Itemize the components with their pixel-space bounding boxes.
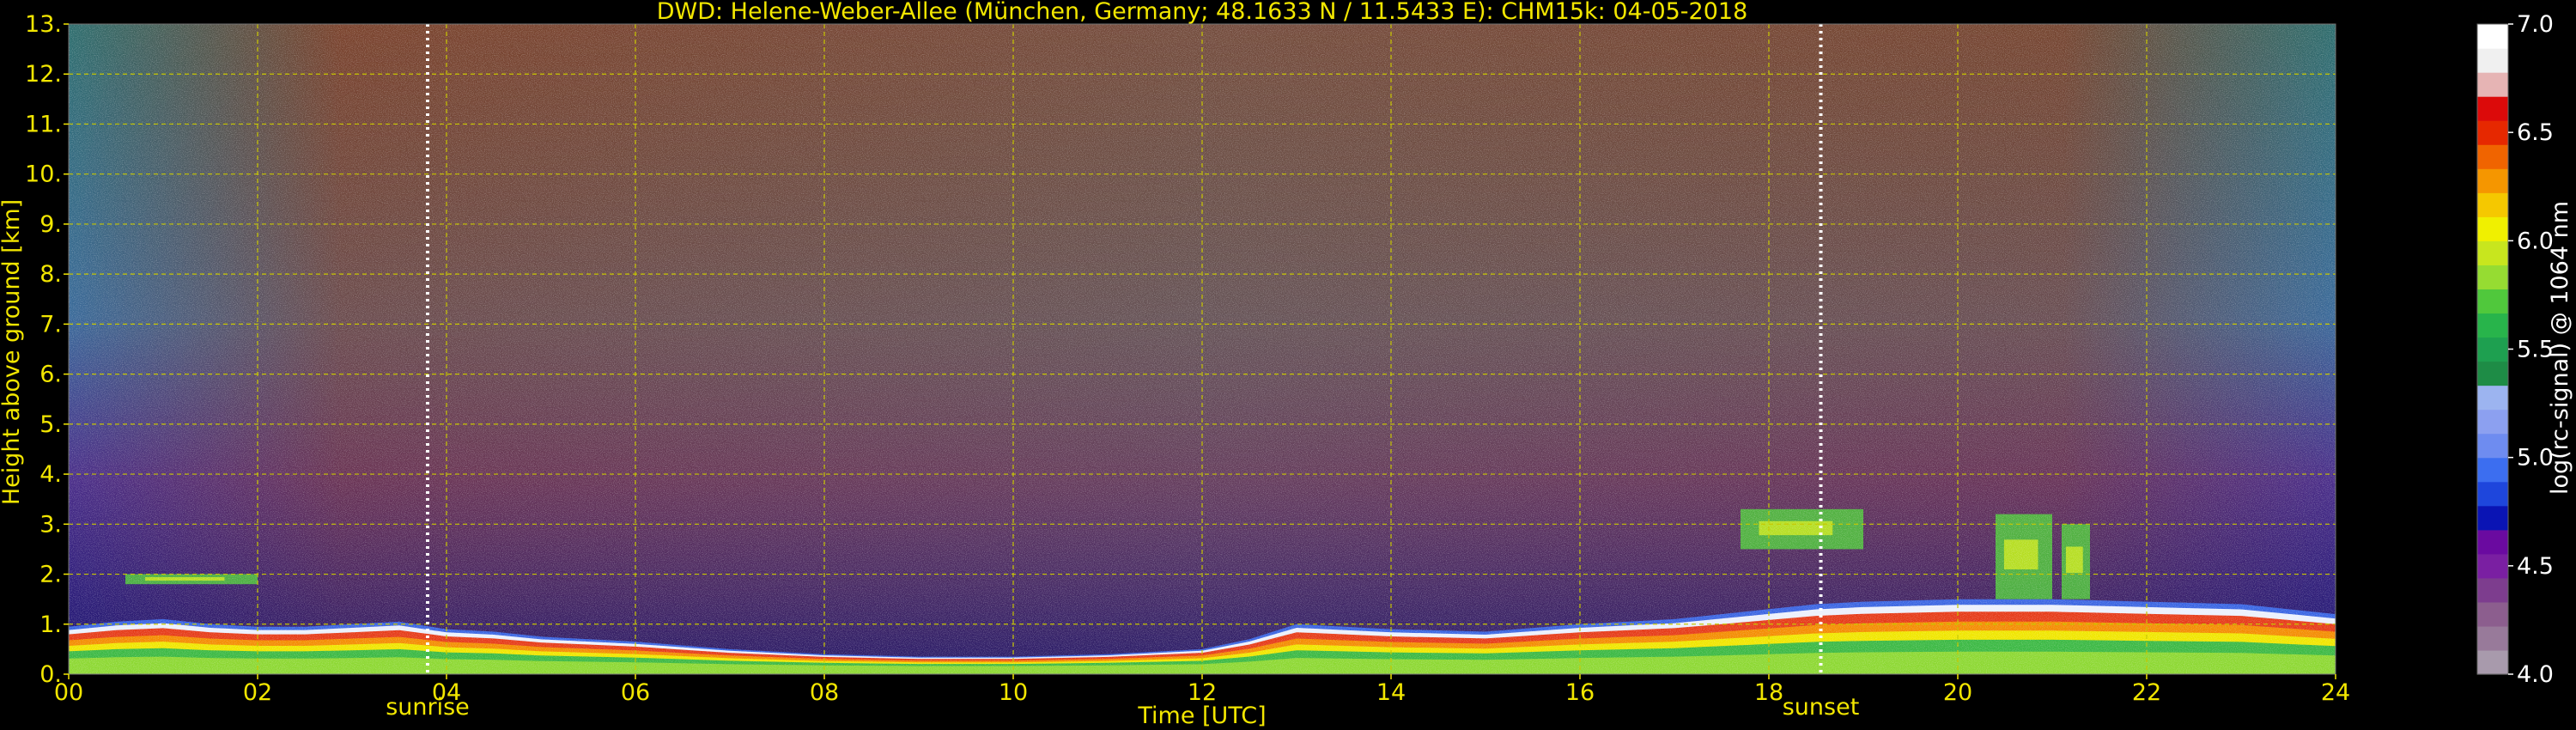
- x-axis-label: Time [UTC]: [1137, 703, 1266, 729]
- x-tick-label: 02: [243, 679, 272, 706]
- y-tick-label: 13.: [25, 11, 62, 38]
- colorbar-swatch: [2477, 385, 2508, 411]
- x-tick-label: 16: [1565, 679, 1595, 706]
- colorbar-swatch: [2477, 409, 2508, 435]
- ceilometer-figure: 00 02 04 06 08 10 12 14 16 18 20 22 24 0.1.2.3.4.5.6…: [0, 0, 2573, 729]
- y-tick-label: 11.: [25, 111, 62, 137]
- x-tick-label: 18: [1754, 679, 1783, 706]
- y-tick-label: 0.: [39, 661, 62, 688]
- y-tick-label: 4.: [39, 461, 62, 488]
- colorbar-swatch: [2477, 96, 2508, 121]
- colorbar-swatch: [2477, 457, 2508, 483]
- colorbar-swatch: [2477, 337, 2508, 362]
- plot-area: [69, 24, 2336, 674]
- colorbar-tick-label: 7.0: [2517, 11, 2554, 38]
- colorbar-swatch: [2477, 216, 2508, 241]
- y-tick-label: 12.: [25, 61, 62, 88]
- colorbar-tick-label: 6.5: [2517, 119, 2554, 146]
- colorbar-swatch: [2477, 433, 2508, 459]
- x-tick-label: 08: [810, 679, 839, 706]
- x-tick-label: 14: [1376, 679, 1406, 706]
- colorbar-swatch: [2477, 601, 2508, 627]
- colorbar-swatch: [2477, 289, 2508, 314]
- colorbar-swatch: [2477, 240, 2508, 265]
- colorbar-swatch: [2477, 577, 2508, 603]
- colorbar-swatch: [2477, 168, 2508, 193]
- y-tick-label: 3.: [39, 511, 62, 538]
- chart-title: DWD: Helene-Weber-Allee (München, German…: [657, 0, 1748, 25]
- y-tick-label: 5.: [39, 411, 62, 438]
- colorbar-swatch: [2477, 192, 2508, 217]
- colorbar-swatch: [2477, 361, 2508, 386]
- y-tick-label: 2.: [39, 562, 62, 588]
- colorbar-swatch: [2477, 625, 2508, 651]
- x-tick-label: 10: [999, 679, 1028, 706]
- colorbar-swatch: [2477, 144, 2508, 169]
- colorbar-swatch: [2477, 120, 2508, 145]
- colorbar-swatch: [2477, 649, 2508, 675]
- sunrise-label: sunrise: [386, 694, 470, 721]
- y-tick-label: 6.: [39, 362, 62, 388]
- y-tick-label: 9.: [39, 211, 62, 238]
- x-tick-label: 06: [621, 679, 650, 706]
- colorbar-swatch: [2477, 265, 2508, 290]
- x-tick-label: 24: [2321, 679, 2350, 706]
- colorbar: 4.04.55.05.56.06.57.0: [2476, 11, 2554, 688]
- colorbar-label: log(rc-signal) @ 1064 nm: [2547, 201, 2573, 495]
- colorbar-swatch: [2477, 72, 2508, 97]
- y-axis-label: Height above ground [km]: [0, 199, 25, 505]
- colorbar-swatch: [2477, 313, 2508, 338]
- y-tick-label: 7.: [39, 311, 62, 338]
- x-tick-label: 20: [1943, 679, 1972, 706]
- y-tick-label: 10.: [25, 161, 62, 188]
- colorbar-swatch: [2477, 505, 2508, 531]
- colorbar-tick-label: 4.0: [2517, 661, 2554, 688]
- colorbar-swatch: [2477, 553, 2508, 579]
- x-tick-label: 22: [2132, 679, 2161, 706]
- colorbar-swatch: [2477, 481, 2508, 507]
- colorbar-swatch: [2477, 24, 2508, 49]
- colorbar-swatch: [2477, 529, 2508, 555]
- colorbar-tick-label: 4.5: [2517, 553, 2554, 580]
- colorbar-swatch: [2477, 48, 2508, 73]
- y-tick-label: 8.: [39, 261, 62, 288]
- sunset-label: sunset: [1783, 694, 1860, 721]
- y-tick-label: 1.: [39, 611, 62, 638]
